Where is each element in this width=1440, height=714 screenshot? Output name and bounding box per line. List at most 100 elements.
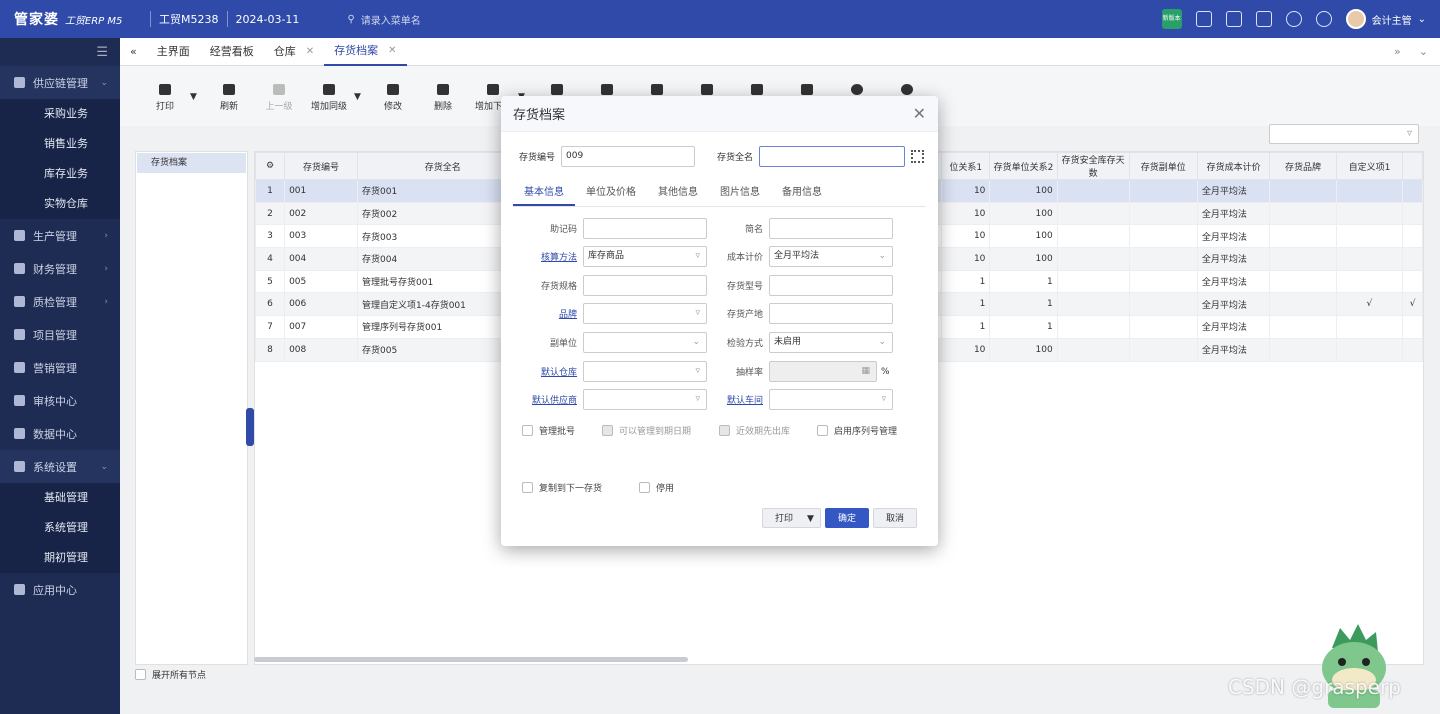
- table-cell[interactable]: [1269, 292, 1337, 317]
- table-cell[interactable]: [1402, 201, 1423, 226]
- table-cell[interactable]: [1335, 247, 1404, 271]
- tab-warehouse[interactable]: 仓库 ✕: [264, 38, 324, 66]
- table-cell[interactable]: 005: [284, 269, 358, 294]
- table-cell[interactable]: 1: [941, 292, 991, 317]
- table-cell[interactable]: [1056, 292, 1130, 317]
- table-cell[interactable]: 3: [255, 224, 286, 249]
- add-sibling-dropdown-icon[interactable]: ▼: [354, 84, 368, 102]
- table-cell[interactable]: [1128, 179, 1198, 203]
- table-cell[interactable]: 2: [255, 201, 286, 226]
- table-cell[interactable]: [1402, 315, 1423, 339]
- tool-button-d[interactable]: [732, 84, 782, 95]
- menu-search[interactable]: ⚲ 请录入菜单名: [347, 12, 587, 27]
- tool-button-b[interactable]: [632, 84, 682, 95]
- table-cell[interactable]: 全月平均法: [1196, 269, 1271, 294]
- table-cell[interactable]: 100: [989, 247, 1058, 271]
- tab-scroll-right-icon[interactable]: »: [1394, 45, 1401, 58]
- serial-number-checkbox[interactable]: 启用序列号管理: [817, 424, 897, 437]
- column-header[interactable]: 存货单位关系2: [989, 152, 1058, 180]
- org-icon[interactable]: [1225, 11, 1242, 27]
- expand-all-checkbox[interactable]: [135, 669, 146, 680]
- sidebar-item-audit[interactable]: 审核中心: [0, 384, 120, 417]
- sidebar-item-supply-chain[interactable]: 供应链管理 ⌄: [0, 66, 120, 99]
- table-cell[interactable]: 10: [941, 179, 991, 203]
- brand-select[interactable]: ▿: [583, 303, 707, 324]
- table-cell[interactable]: [1056, 201, 1130, 226]
- table-cell[interactable]: 1: [989, 292, 1058, 317]
- table-cell[interactable]: 7: [255, 315, 286, 339]
- settle-method-label[interactable]: 核算方法: [507, 250, 583, 263]
- qr-code-icon[interactable]: [911, 150, 925, 163]
- full-name-input[interactable]: [759, 146, 906, 167]
- table-cell[interactable]: 001: [284, 179, 358, 203]
- table-cell[interactable]: [1128, 224, 1198, 249]
- tool-button-a[interactable]: [582, 84, 632, 95]
- table-cell[interactable]: [1335, 315, 1404, 339]
- sidebar-item-project[interactable]: 项目管理: [0, 318, 120, 351]
- close-button[interactable]: [882, 84, 932, 95]
- table-cell[interactable]: [1269, 247, 1337, 271]
- table-cell[interactable]: 100: [989, 224, 1058, 249]
- table-cell[interactable]: [1056, 269, 1130, 294]
- table-cell[interactable]: [1056, 315, 1130, 339]
- tab-other-info[interactable]: 其他信息: [647, 179, 709, 206]
- table-cell[interactable]: √: [1402, 292, 1423, 317]
- table-cell[interactable]: [1128, 247, 1198, 271]
- table-cell[interactable]: [1335, 201, 1404, 226]
- table-cell[interactable]: [1402, 224, 1423, 249]
- table-cell[interactable]: 1: [989, 315, 1058, 339]
- table-cell[interactable]: 100: [989, 337, 1058, 362]
- sidebar-item-data[interactable]: 数据中心: [0, 417, 120, 450]
- copy-to-next-checkbox[interactable]: 复制到下一存货: [522, 481, 639, 494]
- table-cell[interactable]: 8: [255, 337, 286, 362]
- table-cell[interactable]: [1269, 224, 1337, 249]
- column-settings-icon[interactable]: ⚙: [255, 152, 286, 180]
- table-cell[interactable]: [1402, 179, 1423, 203]
- table-cell[interactable]: 全月平均法: [1196, 247, 1271, 271]
- close-icon[interactable]: ✕: [388, 37, 396, 65]
- table-cell[interactable]: [1335, 224, 1404, 249]
- sidebar-subitem-basic[interactable]: 基础管理: [0, 483, 120, 513]
- table-cell[interactable]: 全月平均法: [1196, 179, 1271, 203]
- sidebar-subitem-opening[interactable]: 期初管理: [0, 543, 120, 573]
- table-cell[interactable]: 1: [941, 269, 991, 294]
- cancel-button[interactable]: 取消: [872, 508, 917, 528]
- sidebar-item-marketing[interactable]: 营销管理: [0, 351, 120, 384]
- filter-icon[interactable]: ▿: [695, 304, 700, 323]
- brand-label[interactable]: 品牌: [507, 307, 583, 320]
- column-header[interactable]: 位关系1: [941, 152, 991, 180]
- table-cell[interactable]: [1335, 269, 1404, 294]
- tab-scroll-left-icon[interactable]: «: [120, 38, 147, 66]
- tab-home[interactable]: 主界面: [147, 38, 200, 66]
- origin-input[interactable]: [769, 303, 893, 324]
- table-cell[interactable]: 6: [255, 292, 286, 317]
- table-cell[interactable]: [1335, 179, 1404, 203]
- table-cell[interactable]: 007: [284, 315, 358, 339]
- table-cell[interactable]: [1402, 269, 1423, 294]
- table-cell[interactable]: 10: [941, 201, 991, 226]
- table-cell[interactable]: 全月平均法: [1196, 292, 1271, 317]
- default-warehouse-select[interactable]: ▿: [583, 361, 707, 382]
- table-cell[interactable]: 全月平均法: [1196, 315, 1271, 339]
- help-button[interactable]: [832, 84, 882, 95]
- confirm-button[interactable]: 确定: [824, 508, 869, 528]
- code-input[interactable]: 009: [561, 146, 696, 167]
- table-cell[interactable]: 全月平均法: [1196, 337, 1271, 362]
- add-sibling-button[interactable]: 增加同级: [304, 84, 354, 112]
- table-cell[interactable]: [1269, 201, 1337, 226]
- table-cell[interactable]: 10: [941, 224, 991, 249]
- panel-toggle-handle[interactable]: [246, 408, 254, 446]
- close-icon[interactable]: ✕: [306, 38, 314, 66]
- table-cell[interactable]: [1402, 337, 1423, 362]
- table-cell[interactable]: [1269, 179, 1337, 203]
- table-cell[interactable]: 008: [284, 337, 358, 362]
- chevron-down-icon[interactable]: ⌄: [1419, 45, 1428, 58]
- print-button[interactable]: 打印 ▼: [762, 508, 821, 528]
- filter-icon[interactable]: ▿: [881, 390, 886, 409]
- filter-icon[interactable]: ▿: [695, 362, 700, 381]
- tab-backup-info[interactable]: 备用信息: [771, 179, 833, 206]
- table-cell[interactable]: [1128, 337, 1198, 362]
- grid-filter-input[interactable]: ▿: [1269, 124, 1419, 144]
- table-cell[interactable]: [1335, 337, 1404, 362]
- attach-button[interactable]: [532, 84, 582, 95]
